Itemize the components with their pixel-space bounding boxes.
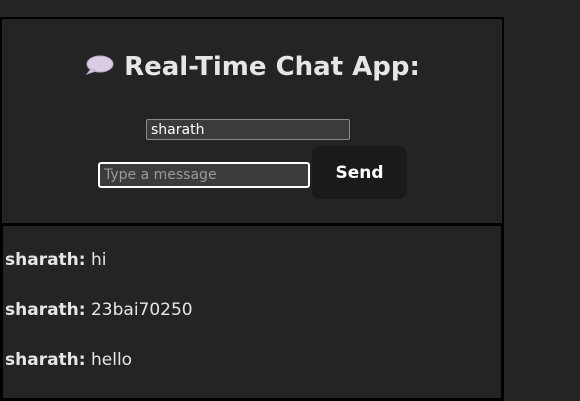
name-input[interactable] — [146, 119, 350, 140]
header-panel: Real-Time Chat App: Send — [0, 17, 504, 225]
title-text: Real-Time Chat App: — [124, 52, 420, 82]
message-item: sharath: hi — [5, 250, 106, 270]
page-title: Real-Time Chat App: — [2, 52, 502, 82]
messages-list: sharath: hi sharath: 23bai70250 sharath:… — [0, 223, 504, 401]
message-text: hi — [90, 250, 107, 270]
message-sender: sharath: — [5, 350, 86, 370]
speech-bubble-icon — [84, 54, 114, 76]
message-item: sharath: 23bai70250 — [5, 300, 193, 320]
message-input[interactable] — [98, 162, 310, 188]
message-text: hello — [90, 350, 133, 370]
message-sender: sharath: — [5, 300, 86, 320]
message-sender: sharath: — [5, 250, 86, 270]
send-button[interactable]: Send — [312, 146, 407, 199]
message-item: sharath: hello — [5, 350, 132, 370]
message-text: 23bai70250 — [90, 300, 193, 320]
chat-app: Real-Time Chat App: Send sharath: hi sha… — [0, 17, 504, 401]
